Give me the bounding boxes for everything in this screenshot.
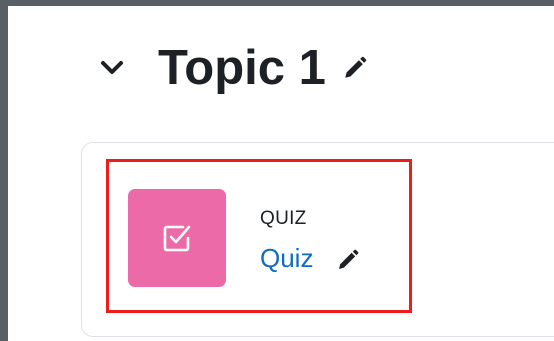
section-header: Topic 1 (100, 38, 372, 98)
pencil-icon (339, 249, 359, 269)
section-collapse-button[interactable] (100, 53, 130, 83)
activity-type-label: QUIZ (260, 208, 307, 229)
edit-section-title-button[interactable] (342, 53, 372, 83)
section-title: Topic 1 (158, 41, 326, 95)
quiz-checkbox-icon (163, 225, 191, 252)
edit-activity-name-button[interactable] (336, 246, 364, 274)
quiz-activity-icon-tile[interactable] (128, 189, 226, 287)
pencil-icon (345, 56, 367, 78)
activity-name-link[interactable]: Quiz (260, 243, 313, 274)
chevron-down-icon (101, 61, 123, 74)
